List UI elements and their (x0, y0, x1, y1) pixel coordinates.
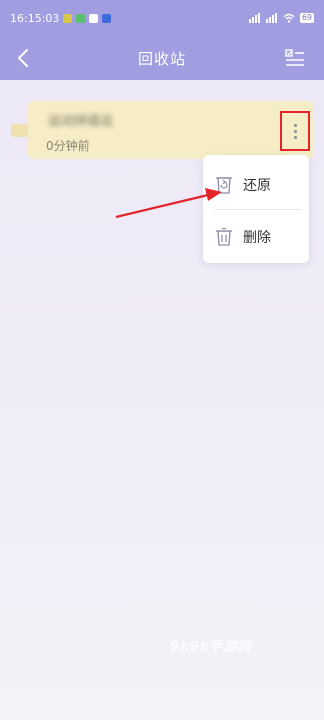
watermark: 9k9k手游网 (170, 640, 252, 655)
annotation-arrow-icon (115, 188, 222, 219)
